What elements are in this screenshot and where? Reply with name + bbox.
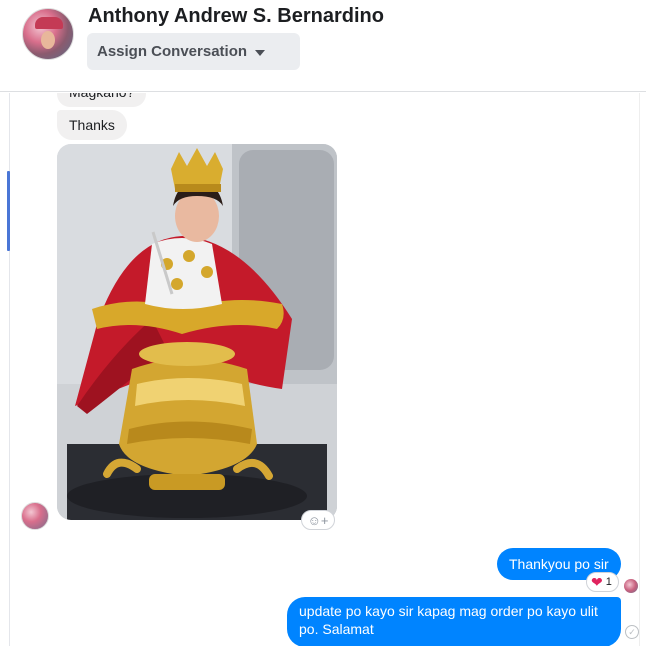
- avatar-hat-shape: [35, 17, 63, 29]
- santo-nino-statue-image: [57, 144, 337, 520]
- smiley-plus-icon: ☺+: [307, 512, 329, 528]
- conversation-header: Anthony Andrew S. Bernardino Assign Conv…: [0, 0, 646, 92]
- avatar-face-shape: [41, 31, 55, 49]
- add-reaction-button[interactable]: ☺+: [301, 510, 335, 530]
- seen-avatar: [624, 579, 638, 593]
- thread-right-border: [639, 93, 640, 646]
- scroll-indicator[interactable]: [7, 171, 10, 251]
- reaction-count: 1: [605, 576, 612, 588]
- incoming-message[interactable]: Thanks: [57, 110, 127, 140]
- incoming-message[interactable]: Magkano?: [57, 93, 147, 107]
- assign-conversation-label: Assign Conversation: [97, 43, 248, 60]
- message-reaction[interactable]: ❤ 1: [586, 572, 619, 592]
- contact-name[interactable]: Anthony Andrew S. Bernardino: [88, 5, 384, 28]
- contact-avatar[interactable]: [22, 8, 74, 60]
- assign-conversation-button[interactable]: Assign Conversation: [87, 33, 300, 70]
- message-thread[interactable]: Magkano? Thanks: [0, 93, 640, 646]
- outgoing-message[interactable]: update po kayo sir kapag mag order po ka…: [287, 597, 621, 646]
- incoming-photo[interactable]: [57, 144, 337, 520]
- sent-status-icon: ✓: [625, 625, 639, 639]
- contact-avatar-small: [21, 502, 49, 530]
- caret-down-icon: [255, 49, 266, 56]
- heart-icon: ❤: [591, 574, 603, 590]
